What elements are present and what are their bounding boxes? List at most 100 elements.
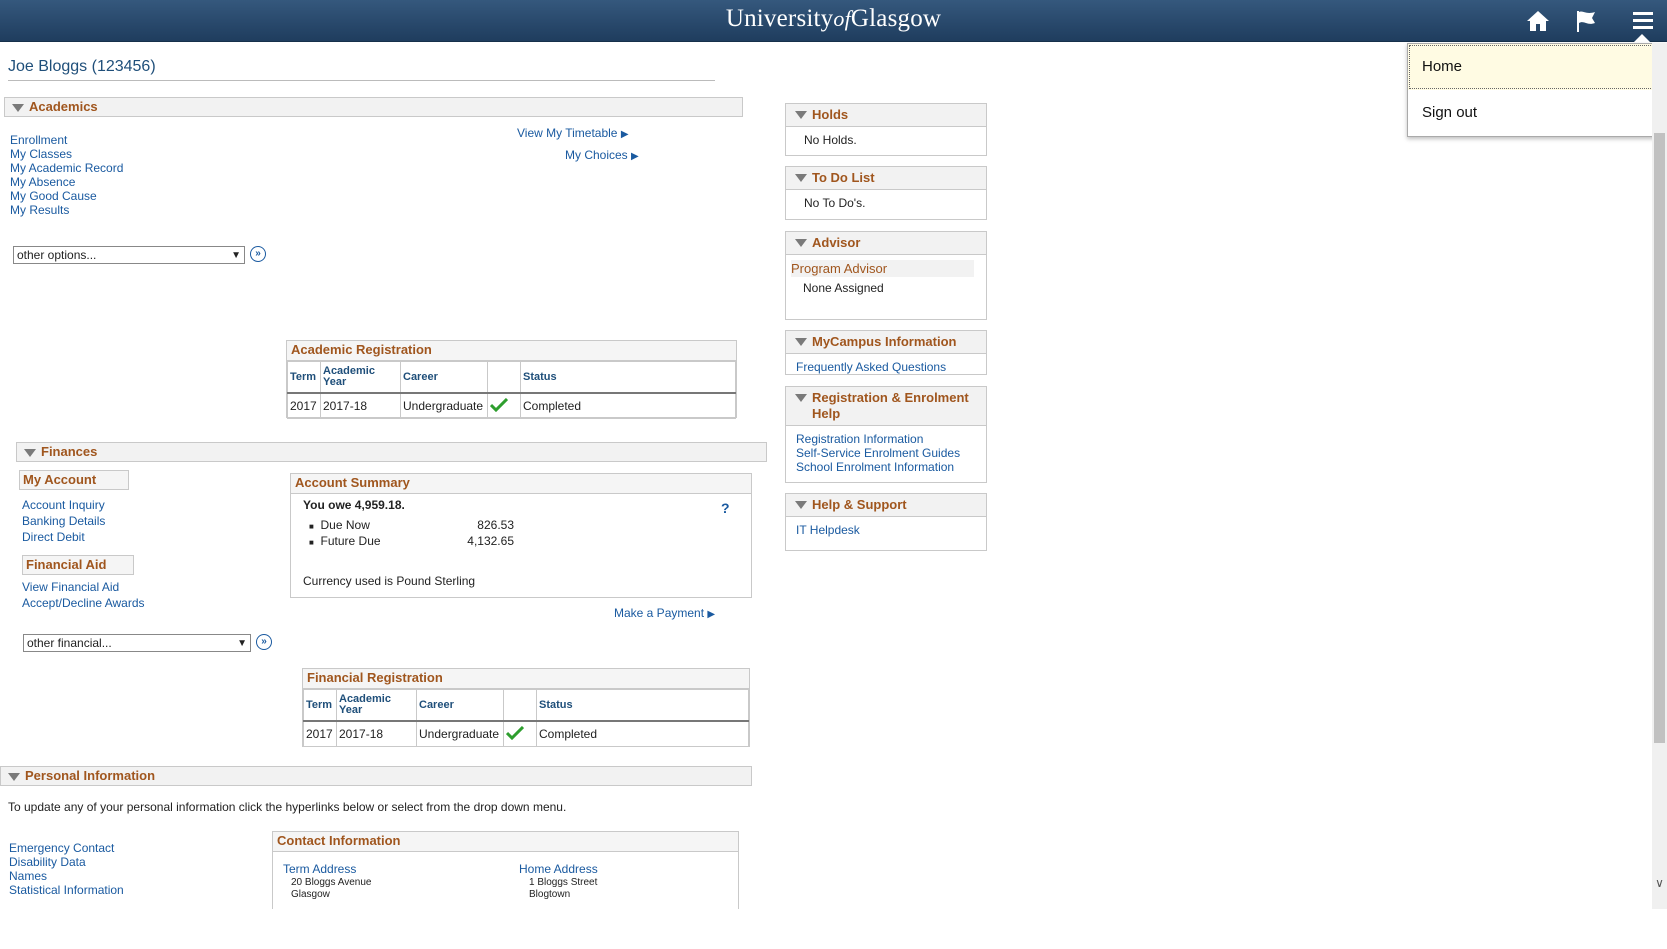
term-address-link[interactable]: Term Address [283, 862, 356, 876]
section-finances[interactable]: Finances [16, 442, 767, 462]
mycampus-header[interactable]: MyCampus Information [786, 331, 986, 354]
collapse-triangle-icon[interactable] [24, 449, 36, 457]
link-statistical-information[interactable]: Statistical Information [9, 883, 124, 897]
link-disability-data[interactable]: Disability Data [9, 855, 124, 869]
home-icon[interactable] [1525, 8, 1551, 34]
menu-item-home[interactable]: Home [1408, 44, 1666, 90]
select-value: other financial... [27, 636, 112, 650]
advisor-pagelet: Advisor Program Advisor None Assigned [785, 231, 987, 320]
make-payment-link[interactable]: Make a Payment ▶ [614, 606, 715, 620]
academics-links: Enrollment My Classes My Academic Record… [10, 133, 123, 217]
divider [8, 80, 715, 81]
help-support-header[interactable]: Help & Support [786, 494, 986, 517]
collapse-triangle-icon[interactable] [795, 111, 807, 119]
menu-icon[interactable] [1630, 8, 1656, 34]
advisor-header[interactable]: Advisor [786, 232, 986, 255]
go-button-icon[interactable]: » [250, 246, 266, 262]
amount-owed: You owe 4,959.18. [303, 498, 405, 512]
logo-text-of: of [833, 6, 851, 31]
link-self-service-guides[interactable]: Self-Service Enrolment Guides [796, 446, 976, 460]
column-header [487, 361, 521, 394]
link-my-absence[interactable]: My Absence [10, 175, 123, 189]
section-personal-information[interactable]: Personal Information [0, 766, 752, 786]
university-logo: UniversityofGlasgow [0, 5, 1667, 33]
link-emergency-contact[interactable]: Emergency Contact [9, 841, 124, 855]
collapse-triangle-icon[interactable] [12, 104, 24, 112]
cell-year: 2017-18 [320, 392, 401, 419]
link-school-enrolment[interactable]: School Enrolment Information [796, 460, 976, 474]
academics-options-select[interactable]: other options... ▼ [13, 246, 245, 264]
menu-item-sign-out[interactable]: Sign out [1408, 90, 1666, 136]
help-icon[interactable]: ? [721, 500, 730, 516]
link-my-classes[interactable]: My Classes [10, 147, 123, 161]
section-title: Finances [41, 444, 98, 459]
link-it-helpdesk[interactable]: IT Helpdesk [796, 523, 976, 537]
view-timetable-link[interactable]: View My Timetable ▶ [517, 126, 629, 140]
scrollbar[interactable] [1652, 43, 1667, 909]
logo-text-university: University [725, 5, 834, 32]
registration-help-pagelet: Registration & Enrolment Help Registrati… [785, 386, 987, 483]
scroll-down-arrow-icon[interactable]: ∨ [1652, 876, 1667, 892]
holds-pagelet: Holds No Holds. [785, 103, 987, 156]
section-academics[interactable]: Academics [4, 97, 743, 117]
contact-information-title: Contact Information [273, 832, 738, 852]
home-address-line: Blogtown [529, 889, 571, 900]
column-header: Academic Year [320, 361, 401, 394]
action-menu: Home Sign out [1407, 43, 1667, 137]
link-direct-debit[interactable]: Direct Debit [22, 529, 105, 545]
home-address-link[interactable]: Home Address [519, 862, 598, 876]
link-registration-information[interactable]: Registration Information [796, 432, 976, 446]
home-address-line: 1 Bloggs Street [529, 877, 598, 888]
column-header: Term [303, 689, 337, 722]
cell-term: 2017 [287, 392, 321, 419]
term-address: 20 Bloggs Avenue Glasgow [291, 877, 371, 901]
link-enrollment[interactable]: Enrollment [10, 133, 123, 147]
collapse-triangle-icon[interactable] [795, 239, 807, 247]
mycampus-pagelet: MyCampus Information Frequently Asked Qu… [785, 330, 987, 375]
go-button-icon[interactable]: » [256, 634, 272, 650]
link-my-good-cause[interactable]: My Good Cause [10, 189, 123, 203]
collapse-triangle-icon[interactable] [795, 501, 807, 509]
due-now-value: 826.53 [477, 518, 514, 532]
link-view-financial-aid[interactable]: View Financial Aid [22, 579, 145, 595]
link-faq[interactable]: Frequently Asked Questions [796, 360, 976, 374]
future-due-label: Future Due [320, 534, 381, 548]
holds-header[interactable]: Holds [786, 104, 986, 127]
cell-status: Completed [520, 392, 736, 419]
pagelet-title: Registration & Enrolment Help [812, 390, 969, 421]
table-row: 2017 2017-18 Undergraduate Completed [287, 392, 736, 419]
cell-term: 2017 [303, 720, 337, 747]
link-my-results[interactable]: My Results [10, 203, 123, 217]
todo-pagelet: To Do List No To Do's. [785, 166, 987, 220]
financial-registration-table: Financial Registration Term Academic Yea… [302, 668, 750, 747]
flag-icon[interactable] [1573, 8, 1599, 34]
collapse-triangle-icon[interactable] [8, 773, 20, 781]
collapse-triangle-icon[interactable] [795, 174, 807, 182]
top-banner: UniversityofGlasgow [0, 0, 1667, 42]
collapse-triangle-icon[interactable] [795, 394, 807, 402]
link-account-inquiry[interactable]: Account Inquiry [22, 497, 105, 513]
link-accept-decline-awards[interactable]: Accept/Decline Awards [22, 595, 145, 611]
financial-options-select[interactable]: other financial... ▼ [23, 634, 251, 652]
link-banking-details[interactable]: Banking Details [22, 513, 105, 529]
table-title: Financial Registration [303, 669, 749, 689]
registration-help-links: Registration Information Self-Service En… [786, 426, 986, 480]
todo-header[interactable]: To Do List [786, 167, 986, 190]
section-title: Academics [29, 99, 98, 114]
financial-aid-header: Financial Aid [22, 555, 134, 575]
future-due-row: ■ Future Due [309, 534, 381, 548]
column-header [503, 689, 537, 722]
registration-help-header[interactable]: Registration & Enrolment Help [786, 387, 986, 426]
my-choices-link[interactable]: My Choices ▶ [565, 148, 639, 162]
table-row: 2017 2017-18 Undergraduate Completed [303, 720, 749, 747]
due-now-row: ■ Due Now [309, 518, 370, 532]
link-my-academic-record[interactable]: My Academic Record [10, 161, 123, 175]
column-header: Status [520, 361, 736, 394]
collapse-triangle-icon[interactable] [795, 338, 807, 346]
advisor-text: None Assigned [803, 281, 884, 295]
advisor-label: Program Advisor [791, 260, 974, 277]
link-names[interactable]: Names [9, 869, 124, 883]
my-choices-label: My Choices [565, 148, 628, 162]
scrollbar-thumb[interactable] [1654, 133, 1665, 743]
help-support-links: IT Helpdesk [786, 517, 986, 543]
